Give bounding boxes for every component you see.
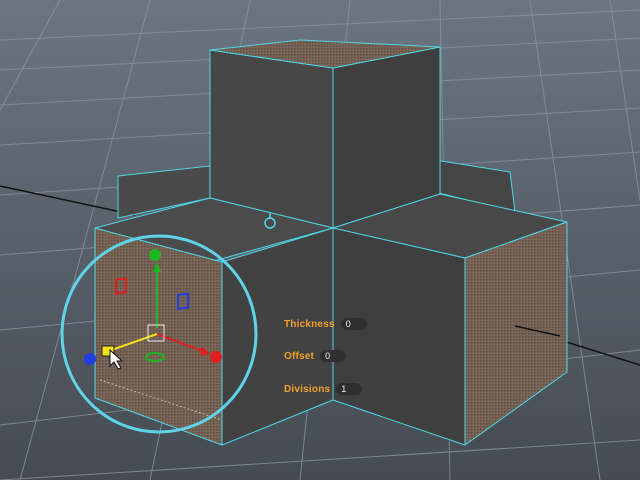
hud-offset-label: Offset	[284, 350, 315, 362]
3d-viewport[interactable]: Thickness 0 Offset 0 Divisions 1	[0, 0, 640, 480]
gizmo-x-handle[interactable]	[210, 351, 222, 363]
hud-offset-value[interactable]: 0	[320, 350, 347, 362]
hud-divisions-label: Divisions	[284, 383, 331, 395]
gizmo-y-handle[interactable]	[149, 249, 161, 261]
gizmo-z-handle[interactable]	[84, 353, 96, 365]
hud-thickness-value[interactable]: 0	[340, 318, 367, 330]
hud-thickness[interactable]: Thickness 0	[284, 317, 367, 331]
hud-divisions[interactable]: Divisions 1	[284, 382, 363, 396]
hud-thickness-label: Thickness	[284, 318, 335, 330]
tower-front-face	[209, 49, 334, 229]
hud-divisions-value[interactable]: 1	[336, 383, 363, 395]
scene-canvas[interactable]	[0, 0, 640, 480]
hud-offset[interactable]: Offset 0	[284, 349, 347, 363]
